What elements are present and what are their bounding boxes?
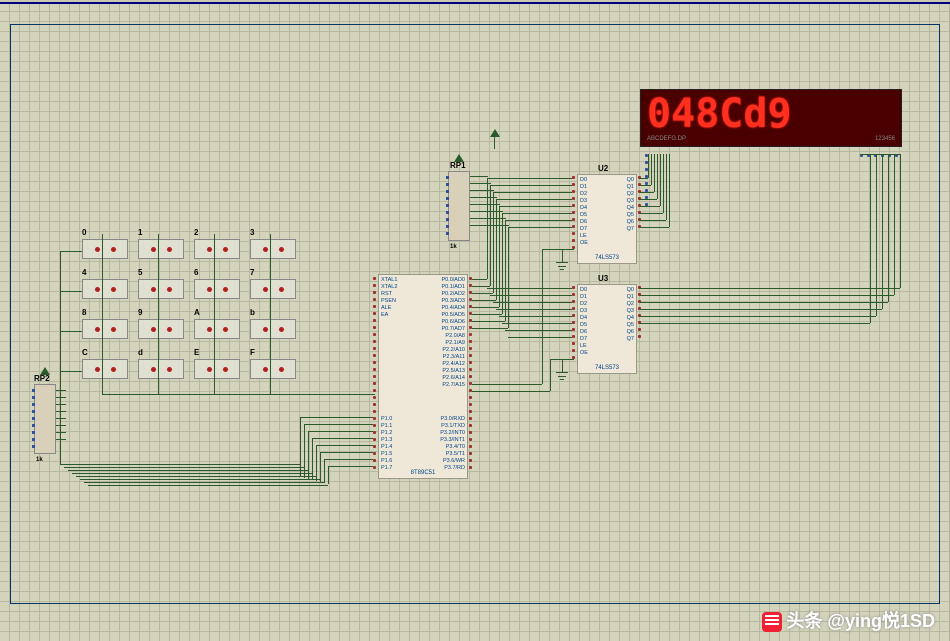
key-4[interactable] — [82, 279, 128, 299]
key-3[interactable] — [250, 239, 296, 259]
key-label: C — [82, 348, 88, 357]
digit-4: d — [743, 94, 765, 134]
digit-2: 8 — [695, 94, 717, 134]
u3-left-pins: D0D1D2D3D4D5D6D7LEOE — [580, 287, 588, 357]
key-label: A — [194, 308, 200, 317]
rp1-resistor-pack[interactable] — [448, 171, 470, 241]
u3-left-pin-dots — [572, 286, 576, 363]
u2-left-pin-dots — [572, 176, 576, 253]
key-label: F — [250, 348, 255, 357]
ground-icon — [556, 372, 568, 382]
key-label: 9 — [138, 308, 142, 317]
key-b[interactable] — [250, 319, 296, 339]
key-5[interactable] — [138, 279, 184, 299]
mcu-right-pins-bot: P3.0/RXDP3.1/TXDP3.2/INT0P3.3/INT1P3.4/T… — [430, 416, 465, 472]
key-label: 6 — [194, 268, 198, 277]
u2-right-pins: Q0Q1Q2Q3Q4Q5Q6Q7 — [617, 177, 634, 233]
ground-icon — [556, 262, 568, 272]
mcu-left-pin-dots — [373, 277, 377, 473]
rp1-ref: RP1 — [450, 161, 466, 170]
rp2-power-icon — [40, 367, 50, 375]
watermark: 头条 @ying悦1SD — [762, 607, 935, 633]
key-d[interactable] — [138, 359, 184, 379]
key-9[interactable] — [138, 319, 184, 339]
segment-pin-label: ABCDEFG.DP — [647, 136, 686, 142]
key-7[interactable] — [250, 279, 296, 299]
digit-3: C — [719, 94, 741, 134]
digit-row: 0 4 8 C d 9 — [647, 94, 895, 134]
watermark-logo-icon — [762, 612, 782, 632]
rp2-val: 1k — [36, 457, 43, 463]
wire — [494, 137, 495, 149]
key-label: 1 — [138, 228, 142, 237]
digit-0: 0 — [647, 94, 669, 134]
digit-1: 4 — [671, 94, 693, 134]
key-label: 5 — [138, 268, 142, 277]
schematic-canvas[interactable]: 0 4 8 C d 9 ABCDEFG.DP 123456 RP1 1k RP2… — [0, 2, 950, 641]
rp1-power-icon — [454, 154, 464, 162]
seven-segment-display[interactable]: 0 4 8 C d 9 ABCDEFG.DP 123456 — [640, 89, 902, 147]
digit-pin-label: 123456 — [875, 136, 895, 142]
rp1-val: 1k — [450, 244, 457, 250]
power-icon — [490, 129, 500, 137]
display-digit-pins — [860, 154, 898, 161]
digit-5: 9 — [767, 94, 789, 134]
key-F[interactable] — [250, 359, 296, 379]
key-6[interactable] — [194, 279, 240, 299]
key-0[interactable] — [82, 239, 128, 259]
key-label: 4 — [82, 268, 86, 277]
key-label: 8 — [82, 308, 86, 317]
key-1[interactable] — [138, 239, 184, 259]
mcu-left-pins-top: XTAL1XTAL2RSTPSENALEEA — [381, 277, 397, 319]
key-label: E — [194, 348, 199, 357]
key-8[interactable] — [82, 319, 128, 339]
rp2-ref: RP2 — [34, 374, 50, 383]
key-label: 3 — [250, 228, 254, 237]
u2-part: 74LS573 — [578, 255, 636, 261]
u3-part: 74LS573 — [578, 365, 636, 371]
u3-right-pins: Q0Q1Q2Q3Q4Q5Q6Q7 — [617, 287, 634, 343]
u2-ref: U2 — [598, 164, 608, 173]
u3-ref: U3 — [598, 274, 608, 283]
key-A[interactable] — [194, 319, 240, 339]
key-E[interactable] — [194, 359, 240, 379]
key-label: b — [250, 308, 255, 317]
u2-left-pins: D0D1D2D3D4D5D6D7LEOE — [580, 177, 588, 247]
mcu-left-pins-bot: P1.0P1.1P1.2P1.3P1.4P1.5P1.6P1.7 — [381, 416, 392, 472]
key-label: 0 — [82, 228, 86, 237]
key-label: d — [138, 348, 143, 357]
key-label: 7 — [250, 268, 254, 277]
key-2[interactable] — [194, 239, 240, 259]
mcu-right-pins-top: P0.0/AD0P0.1/AD1P0.2/AD2P0.3/AD3P0.4/AD4… — [430, 277, 465, 389]
key-label: 2 — [194, 228, 198, 237]
watermark-text: 头条 @ying悦1SD — [786, 611, 935, 631]
rp2-resistor-pack[interactable] — [34, 384, 56, 454]
key-C[interactable] — [82, 359, 128, 379]
